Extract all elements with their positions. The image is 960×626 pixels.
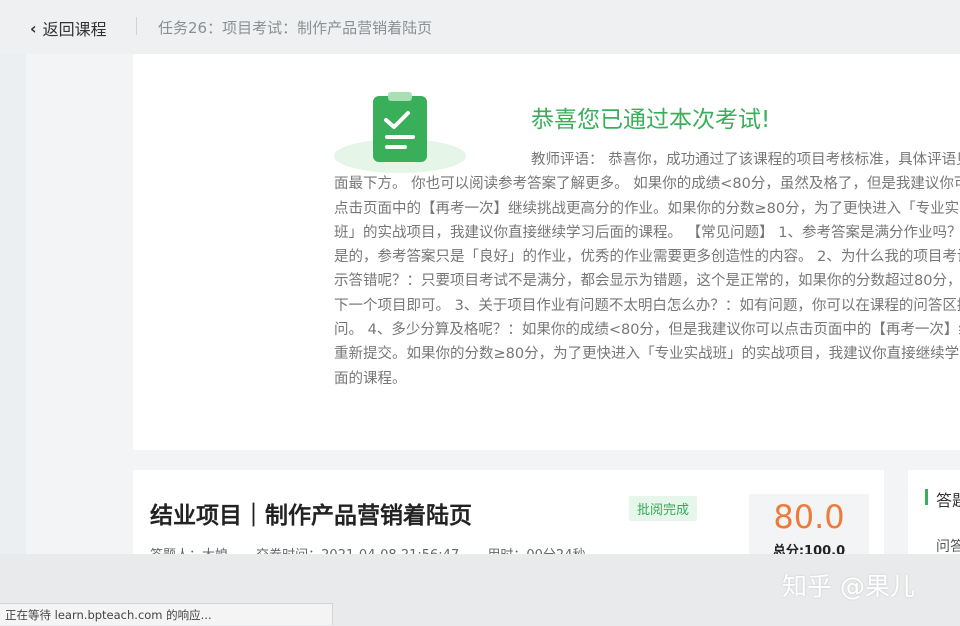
back-to-course-button[interactable]: ‹ 返回课程 — [30, 16, 107, 40]
answer-sheet-title: 答题 — [936, 491, 960, 510]
teacher-comment: 教师评语： 恭喜你，成功通过了该课程的项目考核标准，具体评语见页面最下方。 你也… — [334, 152, 960, 387]
project-title: 结业项目｜制作产品营销着陆页 — [150, 503, 472, 529]
task-title: 任务26：项目考试：制作产品营销着陆页 — [158, 19, 433, 37]
top-navigation-bar: ‹ 返回课程 任务26：项目考试：制作产品营销着陆页 — [0, 0, 960, 54]
question-link[interactable]: 问答 — [936, 536, 960, 556]
browser-status-bar: 正在等待 learn.bpteach.com 的响应... — [0, 603, 333, 625]
exam-result-card: 恭喜您已通过本次考试! 教师评语： 恭喜你，成功通过了该课程的项目考核标准，具体… — [133, 54, 960, 450]
watermark: 知乎 @果儿 — [782, 572, 915, 601]
accent-bar — [925, 489, 928, 505]
chevron-left-icon: ‹ — [30, 18, 37, 38]
congrats-heading: 恭喜您已通过本次考试! — [531, 107, 771, 133]
score-value: 80.0 — [773, 498, 845, 536]
status-badge: 批阅完成 — [629, 496, 698, 521]
divider — [136, 17, 137, 35]
back-label: 返回课程 — [42, 20, 107, 39]
